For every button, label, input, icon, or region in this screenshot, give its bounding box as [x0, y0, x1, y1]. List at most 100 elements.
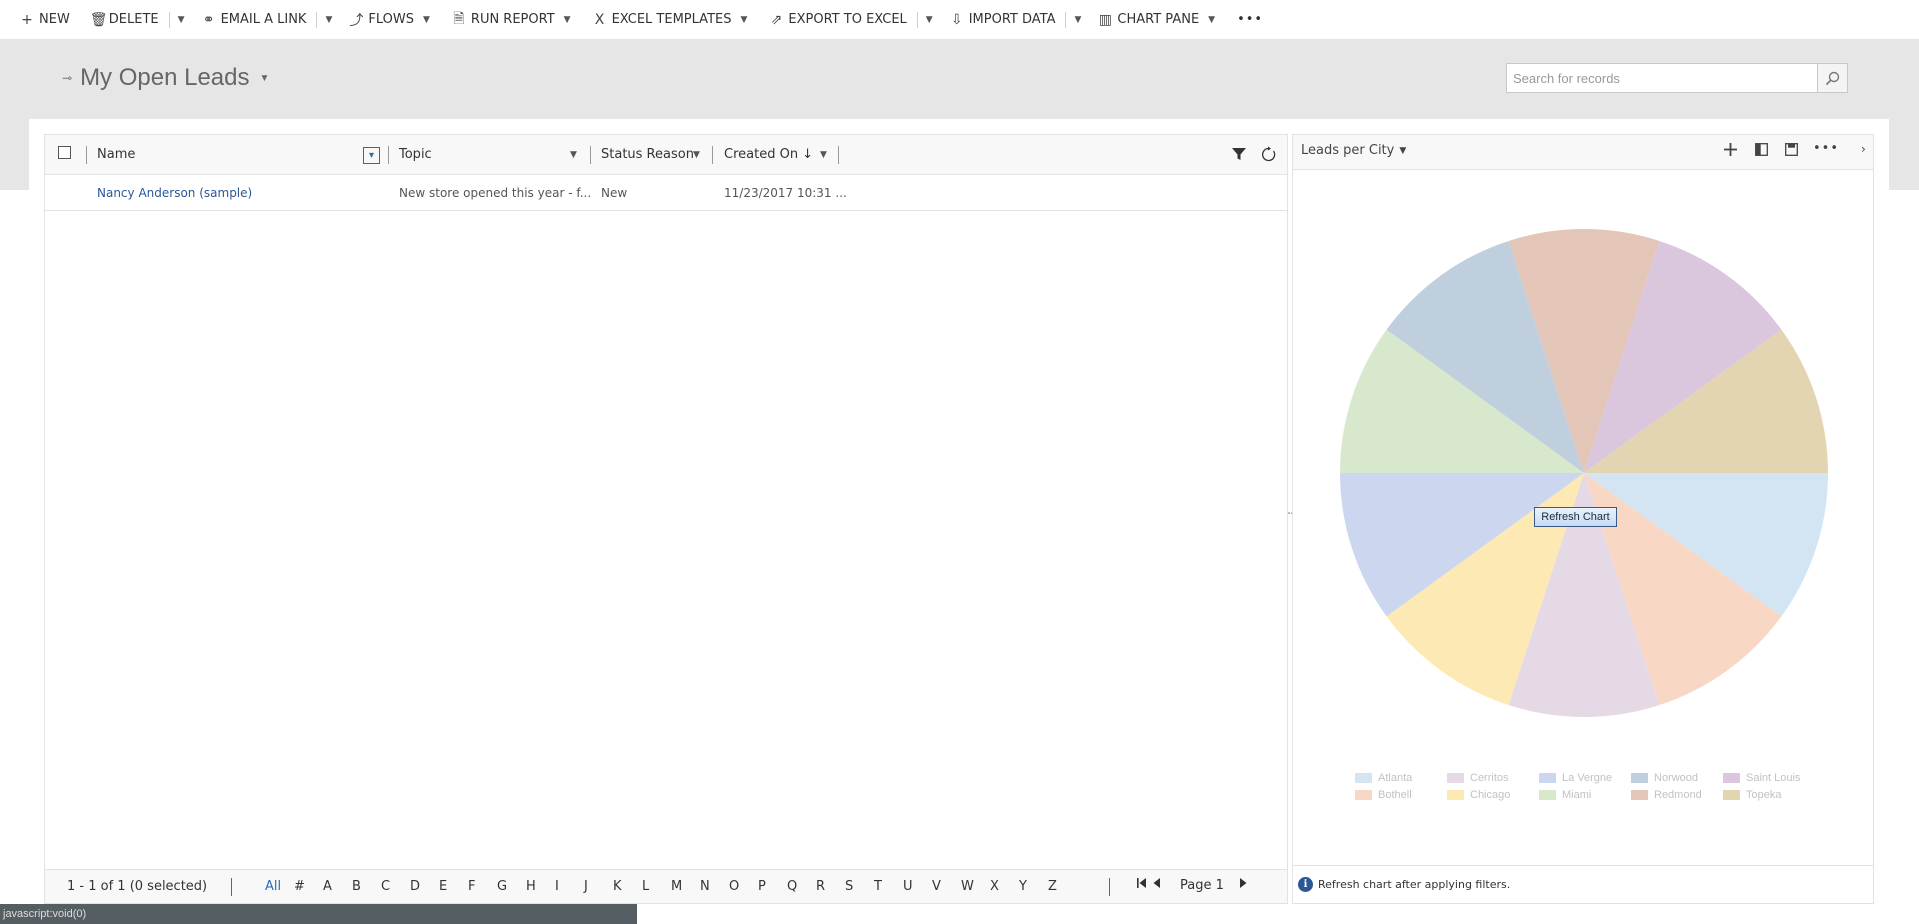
legend-item[interactable]: Miami: [1539, 786, 1631, 803]
search-icon[interactable]: [1818, 63, 1848, 93]
alphabet-filter-letter[interactable]: R: [816, 879, 845, 894]
alphabet-filter-letter[interactable]: K: [613, 879, 642, 894]
legend-item[interactable]: Norwood: [1631, 769, 1723, 786]
legend-swatch: [1631, 789, 1648, 800]
chevron-down-icon: ▼: [740, 14, 748, 25]
legend-item[interactable]: Atlanta: [1355, 769, 1447, 786]
chevron-down-icon: ▼: [422, 14, 430, 25]
alphabet-filter-letter[interactable]: I: [555, 879, 584, 894]
alphabet-filter-letter[interactable]: X: [990, 879, 1019, 894]
column-header-created-on[interactable]: Created On ↓: [724, 147, 813, 162]
legend-item[interactable]: Redmond: [1631, 786, 1723, 803]
column-separator: [838, 146, 839, 164]
chevron-down-icon[interactable]: ▼: [570, 150, 577, 160]
alphabet-filter-letter[interactable]: F: [468, 879, 497, 894]
email-menu-chevron-icon[interactable]: ▼: [325, 15, 332, 25]
alphabet-filter-letter[interactable]: P: [758, 879, 787, 894]
next-page-icon[interactable]: [1238, 877, 1248, 893]
separator: [231, 878, 232, 896]
save-chart-icon[interactable]: [1785, 143, 1798, 160]
alphabet-filter-letter[interactable]: All: [265, 879, 294, 894]
alphabet-filter-letter[interactable]: W: [961, 879, 990, 894]
record-name-link[interactable]: Nancy Anderson (sample): [97, 186, 252, 200]
alphabet-filter-letter[interactable]: M: [671, 879, 700, 894]
export-excel-button[interactable]: ⇗ EXPORT TO EXCEL: [769, 0, 907, 40]
separator: [1065, 11, 1067, 28]
column-separator: [388, 146, 389, 164]
alphabet-filter-letter[interactable]: D: [410, 879, 439, 894]
legend-item[interactable]: Bothell: [1355, 786, 1447, 803]
status-bar: javascript:void(0): [0, 904, 637, 924]
alphabet-filter-letter[interactable]: Q: [787, 879, 816, 894]
alphabet-filter-letter[interactable]: Y: [1019, 879, 1048, 894]
chart-pane-button[interactable]: ▥ CHART PANE ▼: [1098, 0, 1215, 40]
run-report-button[interactable]: 🗎 RUN REPORT ▼: [452, 0, 570, 40]
refresh-icon[interactable]: [1260, 146, 1277, 167]
alphabet-filter-letter[interactable]: C: [381, 879, 410, 894]
filter-icon[interactable]: [1231, 146, 1247, 166]
first-page-icon[interactable]: [1136, 877, 1148, 893]
legend-item[interactable]: Chicago: [1447, 786, 1539, 803]
alphabet-filter-letter[interactable]: Z: [1048, 879, 1077, 894]
new-chart-icon[interactable]: [1724, 143, 1737, 160]
import-data-button[interactable]: ⇩ IMPORT DATA: [950, 0, 1056, 40]
column-header-status-reason[interactable]: Status Reason: [601, 147, 694, 162]
export-menu-chevron-icon[interactable]: ▼: [926, 15, 933, 25]
alphabet-filter-letter[interactable]: E: [439, 879, 468, 894]
delete-menu-chevron-icon[interactable]: ▼: [178, 15, 185, 25]
alphabet-filter-letter[interactable]: S: [845, 879, 874, 894]
alphabet-filter-letter[interactable]: N: [700, 879, 729, 894]
separator: [316, 11, 318, 28]
more-options-icon[interactable]: •••: [1813, 141, 1839, 156]
alphabet-filter-letter[interactable]: U: [903, 879, 932, 894]
column-filter-icon[interactable]: ▾: [363, 147, 380, 164]
alphabet-filter-letter[interactable]: J: [584, 879, 613, 894]
search-input[interactable]: [1506, 63, 1818, 93]
flows-button[interactable]: ⤴ FLOWS ▼: [349, 0, 430, 40]
chevron-down-icon[interactable]: ▼: [693, 150, 700, 160]
record-topic: New store opened this year - f...: [399, 186, 592, 200]
legend-item[interactable]: Cerritos: [1447, 769, 1539, 786]
new-button[interactable]: + NEW: [20, 0, 70, 40]
delete-button[interactable]: 🗑 DELETE: [90, 0, 159, 40]
import-menu-chevron-icon[interactable]: ▼: [1074, 15, 1081, 25]
alphabet-filter-letter[interactable]: #: [294, 879, 323, 894]
page-number: Page 1: [1180, 877, 1224, 893]
collapse-pane-icon[interactable]: ›: [1861, 142, 1866, 156]
leads-per-city-pie-chart[interactable]: [1339, 228, 1829, 718]
alphabet-filter-letter[interactable]: T: [874, 879, 903, 894]
legend-item[interactable]: La Vergne: [1539, 769, 1631, 786]
legend-item[interactable]: Topeka: [1723, 786, 1815, 803]
alphabet-filter-letter[interactable]: A: [323, 879, 352, 894]
column-header-topic[interactable]: Topic: [399, 147, 432, 162]
alphabet-filter-letter[interactable]: B: [352, 879, 381, 894]
email-link-button[interactable]: ⚭ EMAIL A LINK: [202, 0, 307, 40]
record-created-on: 11/23/2017 10:31 ...: [724, 186, 847, 200]
refresh-chart-button[interactable]: Refresh Chart: [1534, 507, 1617, 527]
legend-item[interactable]: Saint Louis: [1723, 769, 1815, 786]
alphabet-filter-letter[interactable]: L: [642, 879, 671, 894]
grid-footer: 1 - 1 of 1 (0 selected) All # A B C D E F G H I J K L…: [45, 869, 1287, 903]
column-header-name[interactable]: Name: [97, 147, 135, 162]
excel-templates-button[interactable]: X EXCEL TEMPLATES ▼: [593, 0, 748, 40]
pager: Page 1: [1136, 877, 1248, 893]
table-row[interactable]: Nancy Anderson (sample) New store opened…: [45, 175, 1287, 211]
select-all-checkbox[interactable]: [58, 146, 71, 159]
pin-icon[interactable]: ⊸: [62, 71, 72, 85]
legend-swatch: [1355, 772, 1372, 783]
bar-chart-icon: ▥: [1098, 11, 1113, 28]
legend-label: Bothell: [1378, 788, 1412, 801]
record-count: 1 - 1 of 1 (0 selected): [67, 879, 208, 894]
chart-selector[interactable]: Leads per City ▼: [1301, 143, 1406, 158]
more-commands-button[interactable]: •••: [1237, 0, 1263, 40]
alphabet-filter-letter[interactable]: V: [932, 879, 961, 894]
previous-page-icon[interactable]: [1152, 877, 1162, 893]
alphabet-filter-letter[interactable]: O: [729, 879, 758, 894]
trash-icon: 🗑: [89, 11, 108, 28]
alphabet-filter-letter[interactable]: H: [526, 879, 555, 894]
legend-swatch: [1723, 772, 1740, 783]
view-selector[interactable]: ⊸ My Open Leads ▼: [62, 64, 269, 92]
chevron-down-icon[interactable]: ▼: [820, 150, 827, 160]
expand-chart-icon[interactable]: [1755, 143, 1768, 160]
alphabet-filter-letter[interactable]: G: [497, 879, 526, 894]
